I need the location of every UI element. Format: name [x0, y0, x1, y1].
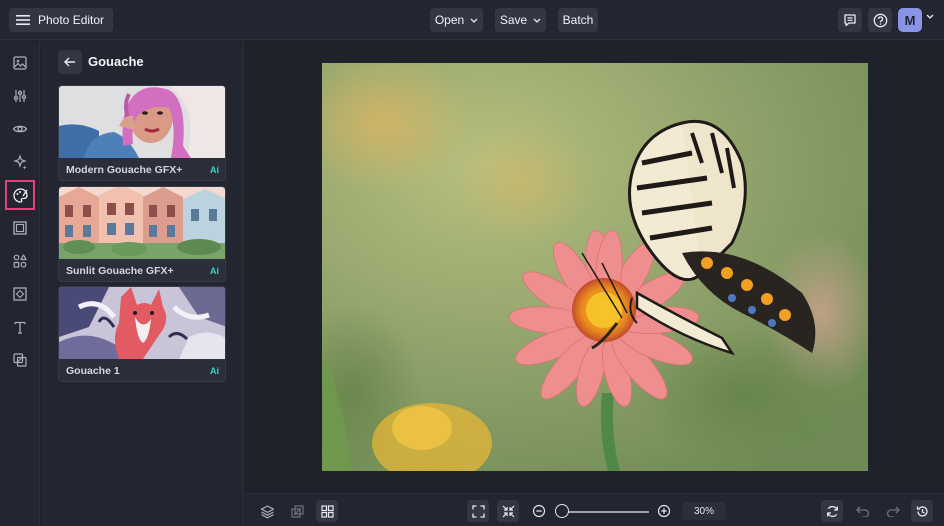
ai-badge: Ai	[210, 266, 219, 276]
app-title: Photo Editor	[38, 13, 105, 27]
grid-icon	[320, 504, 334, 518]
save-button[interactable]: Save	[495, 8, 546, 32]
effect-label: Modern Gouache GFX+	[66, 164, 183, 176]
zoom-in-button[interactable]	[653, 500, 675, 522]
batch-button[interactable]: Batch	[558, 8, 598, 32]
chat-icon	[843, 13, 857, 27]
effect-card-sunlit-gouache[interactable]: Sunlit Gouache GFX+ Ai	[58, 186, 226, 282]
history-icon	[916, 505, 929, 518]
graphics-icon	[12, 253, 28, 269]
redo-button[interactable]	[882, 500, 904, 522]
collapse-icon	[502, 505, 515, 518]
zoom-level-readout[interactable]: 30%	[682, 502, 726, 520]
history-button[interactable]	[911, 500, 933, 522]
save-button-label: Save	[499, 13, 528, 27]
chevron-down-icon[interactable]	[926, 14, 934, 19]
tool-sidebar	[0, 41, 40, 526]
arrow-left-icon	[64, 57, 76, 67]
layers-button[interactable]	[256, 500, 278, 522]
back-button[interactable]	[58, 50, 82, 74]
sidebar-item-touch-up[interactable]	[5, 114, 35, 144]
sidebar-item-frames[interactable]	[5, 213, 35, 243]
ai-badge: Ai	[210, 165, 219, 175]
effect-thumbnail	[59, 86, 225, 158]
compare-button[interactable]	[286, 500, 308, 522]
eye-icon	[12, 121, 28, 137]
magic-sparkle-icon	[12, 154, 28, 170]
batch-button-label: Batch	[562, 13, 594, 27]
help-circle-icon	[873, 13, 888, 28]
sidebar-item-artsy[interactable]	[5, 180, 35, 210]
texture-icon	[12, 286, 28, 302]
effect-label: Sunlit Gouache GFX+	[66, 265, 174, 277]
bottom-toolbar: 30%	[245, 493, 944, 526]
feedback-button[interactable]	[838, 8, 862, 32]
photo-canvas[interactable]	[322, 63, 868, 471]
sidebar-item-effects[interactable]	[5, 147, 35, 177]
actual-size-button[interactable]	[497, 500, 519, 522]
zoom-in-icon	[657, 504, 671, 518]
effect-card-gouache-1[interactable]: Gouache 1 Ai	[58, 286, 226, 382]
grid-view-button[interactable]	[316, 500, 338, 522]
zoom-slider-handle[interactable]	[555, 504, 569, 518]
artsy-palette-icon	[12, 187, 29, 204]
chevron-down-icon	[470, 18, 478, 23]
canvas-workspace	[245, 41, 944, 492]
chevron-down-icon	[533, 18, 541, 23]
help-button[interactable]	[868, 8, 892, 32]
undo-button[interactable]	[852, 500, 874, 522]
user-avatar-button[interactable]: M	[898, 8, 922, 32]
adjustments-icon	[12, 88, 28, 104]
sidebar-item-image[interactable]	[5, 48, 35, 78]
app-menu-button[interactable]: Photo Editor	[9, 8, 114, 32]
effect-card-modern-gouache[interactable]: Modern Gouache GFX+ Ai	[58, 85, 226, 181]
sidebar-item-graphics[interactable]	[5, 246, 35, 276]
image-icon	[12, 55, 28, 71]
layers-icon	[260, 504, 275, 519]
hamburger-menu-icon	[16, 14, 30, 26]
overlay-icon	[12, 352, 28, 368]
sidebar-item-text[interactable]	[5, 312, 35, 342]
sidebar-item-adjust[interactable]	[5, 81, 35, 111]
zoom-out-button[interactable]	[528, 500, 550, 522]
open-button[interactable]: Open	[430, 8, 483, 32]
effects-panel: Gouache Modern Gouache GFX+ Ai Sunlit Go…	[41, 41, 244, 526]
open-button-label: Open	[434, 13, 465, 27]
expand-icon	[471, 504, 485, 518]
ai-badge: Ai	[210, 366, 219, 376]
text-icon	[12, 319, 28, 335]
compare-icon	[290, 504, 305, 519]
panel-title: Gouache	[88, 54, 144, 69]
undo-icon	[856, 505, 870, 517]
redo-icon	[886, 505, 900, 517]
fit-to-screen-button[interactable]	[467, 500, 489, 522]
photo-image	[322, 63, 868, 471]
effect-label: Gouache 1	[66, 365, 120, 377]
refresh-icon	[826, 505, 839, 518]
effect-thumbnail	[59, 287, 225, 359]
effect-thumbnail	[59, 187, 225, 259]
reset-button[interactable]	[821, 500, 843, 522]
top-bar: Photo Editor Open Save Batch M	[0, 0, 944, 40]
zoom-slider-track[interactable]	[563, 511, 649, 513]
frame-icon	[12, 220, 28, 236]
sidebar-item-textures[interactable]	[5, 279, 35, 309]
sidebar-item-overlays[interactable]	[5, 345, 35, 375]
zoom-out-icon	[532, 504, 546, 518]
